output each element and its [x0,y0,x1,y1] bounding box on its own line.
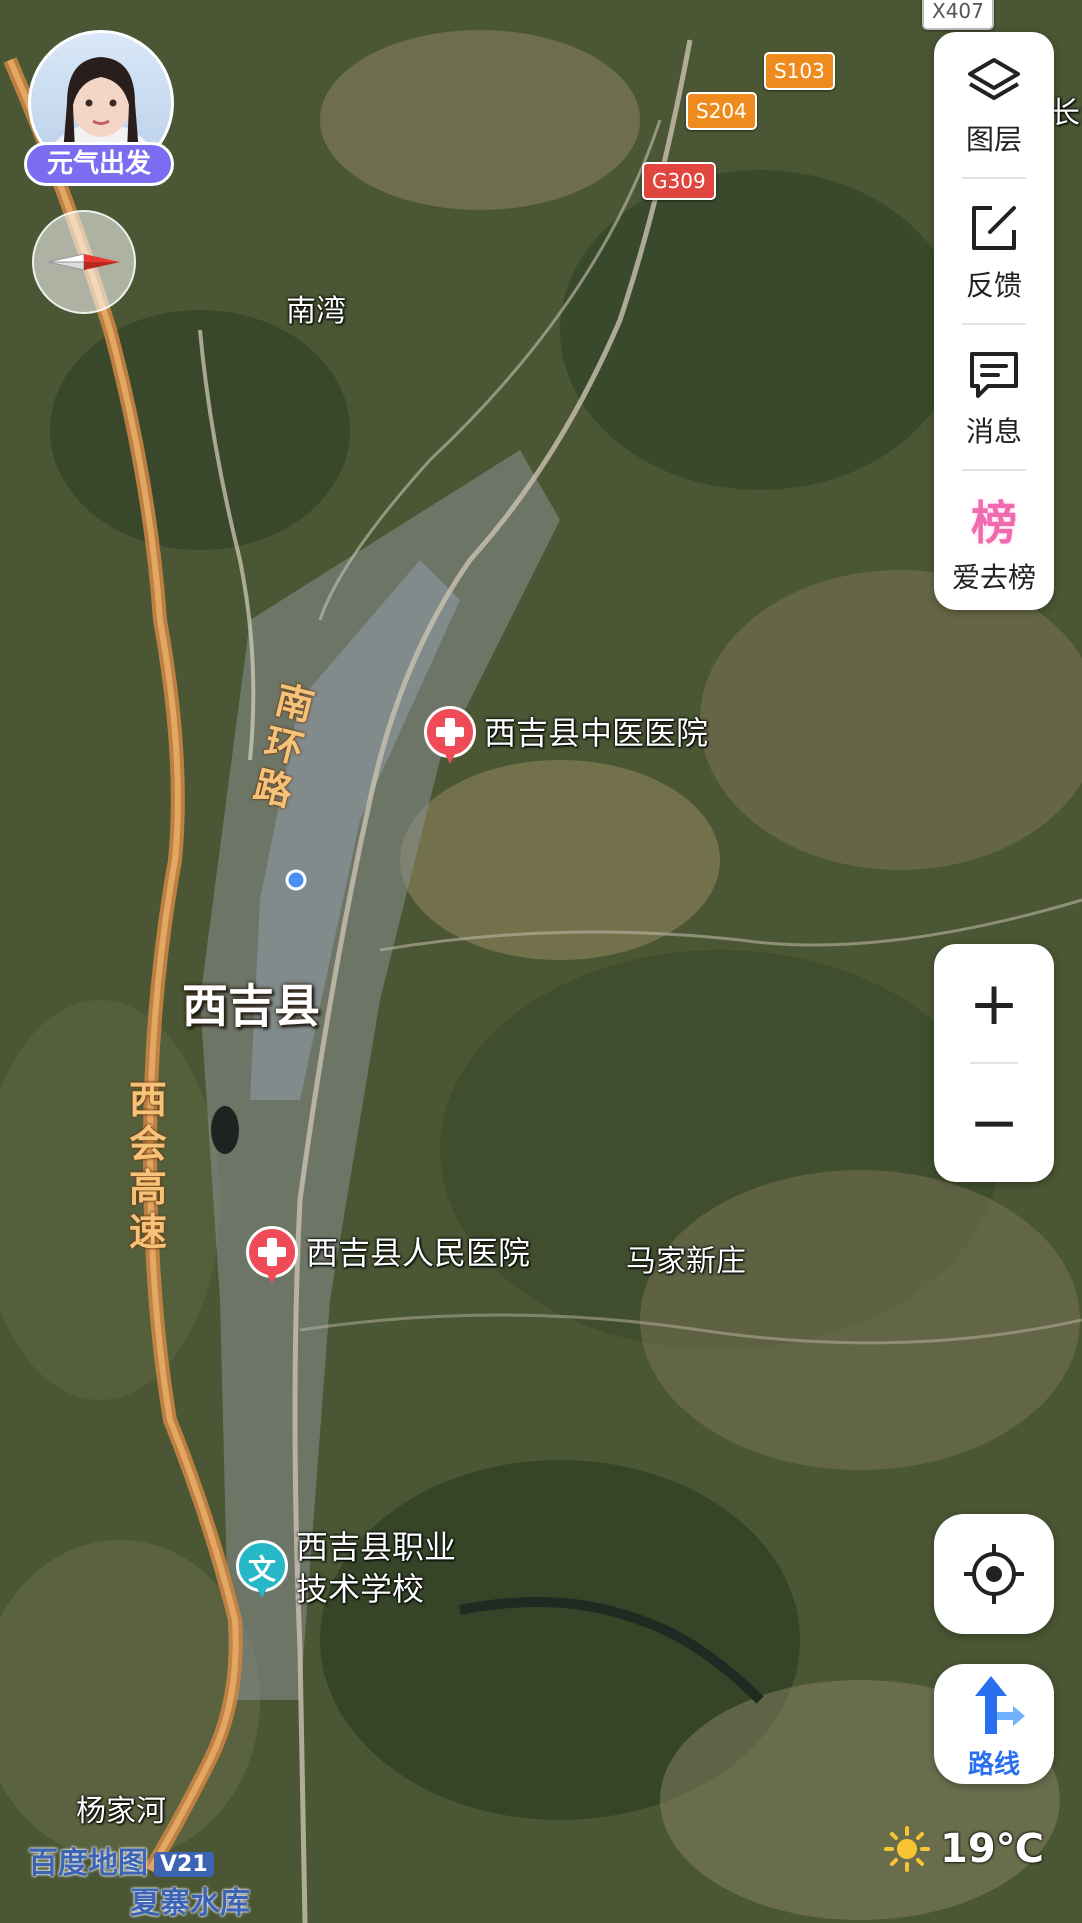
layers-label: 图层 [965,123,1022,156]
ranking-label: 爱去榜 [951,561,1036,594]
message-icon [970,352,1018,398]
brand-version: V21 [154,1852,214,1877]
zoom-in-button[interactable]: + [934,944,1054,1063]
hospital-icon [424,706,476,768]
place-label-xiazhai-reservoir[interactable]: 夏寨水库 [130,1878,250,1922]
compass-needle-icon [47,253,120,271]
messages-button[interactable]: 消息 [934,324,1054,468]
satellite-map[interactable]: 南湾 马家新庄 杨家河 夏寨水库 长: 西吉县 南环路 西会高速 X407 S1… [0,0,1082,1923]
school-icon: 文 [236,1540,288,1602]
weather-widget[interactable]: 19℃ [884,1826,1044,1872]
school-glyph: 文 [247,1553,276,1586]
map-toolbar: 图层 反馈 消息 榜 爱去榜 [934,32,1054,610]
sun-icon [884,1826,930,1872]
place-label-edge: 长: [1050,96,1082,131]
feedback-label: 反馈 [965,269,1022,302]
poi-vocational-school-name-line1: 西吉县职业 [296,1528,457,1566]
shield-g309[interactable]: G309 [642,162,716,200]
shield-s204[interactable]: S204 [686,92,757,130]
poi-tcm-hospital-name: 西吉县中医医院 [484,714,709,752]
place-label-majiaxinzhuang[interactable]: 马家新庄 [626,1236,746,1280]
temperature: 19℃ [940,1826,1045,1872]
baidu-map-logo: 百度地图 V21 [28,1838,214,1882]
locate-button[interactable] [934,1514,1054,1634]
poi-peoples-hospital[interactable]: 西吉县人民医院 [246,1226,530,1288]
shield-s103[interactable]: S103 [764,52,835,90]
zoom-control: + − [934,944,1054,1182]
poi-peoples-hospital-name: 西吉县人民医院 [306,1234,531,1272]
route-arrow-icon [975,1676,1025,1734]
place-label-nanwan[interactable]: 南湾 [286,286,346,330]
poi-tcm-hospital[interactable]: 西吉县中医医院 [424,706,708,768]
satellite-terrain [0,0,1082,1923]
layers-icon [968,58,1020,100]
route-button[interactable]: 路线 [934,1664,1054,1784]
edit-icon [972,206,1016,250]
avatar[interactable]: 元气出发 [24,30,174,190]
city-label[interactable]: 西吉县 [182,970,320,1036]
crosshair-icon [964,1544,1024,1604]
avatar-tag[interactable]: 元气出发 [24,142,174,186]
compass[interactable] [32,210,136,314]
poi-vocational-school[interactable]: 文 西吉县职业 技术学校 [236,1526,456,1610]
hospital-icon [246,1226,298,1288]
route-label: 路线 [967,1750,1020,1780]
road-label-expressway[interactable]: 西会高速 [126,1078,170,1254]
zoom-out-button[interactable]: − [934,1063,1054,1182]
messages-label: 消息 [965,415,1022,448]
layers-button[interactable]: 图层 [934,32,1054,176]
ranking-icon: 榜 [971,496,1017,550]
brand-name: 百度地图 [28,1846,148,1881]
shield-x407[interactable]: X407 [922,0,994,30]
road-label-expressway-text: 西会高速 [128,1078,167,1254]
ranking-button[interactable]: 榜 爱去榜 [934,470,1054,614]
poi-vocational-school-name-line2: 技术学校 [296,1570,425,1608]
place-label-yangjiahe[interactable]: 杨家河 [76,1786,166,1830]
feedback-button[interactable]: 反馈 [934,178,1054,322]
